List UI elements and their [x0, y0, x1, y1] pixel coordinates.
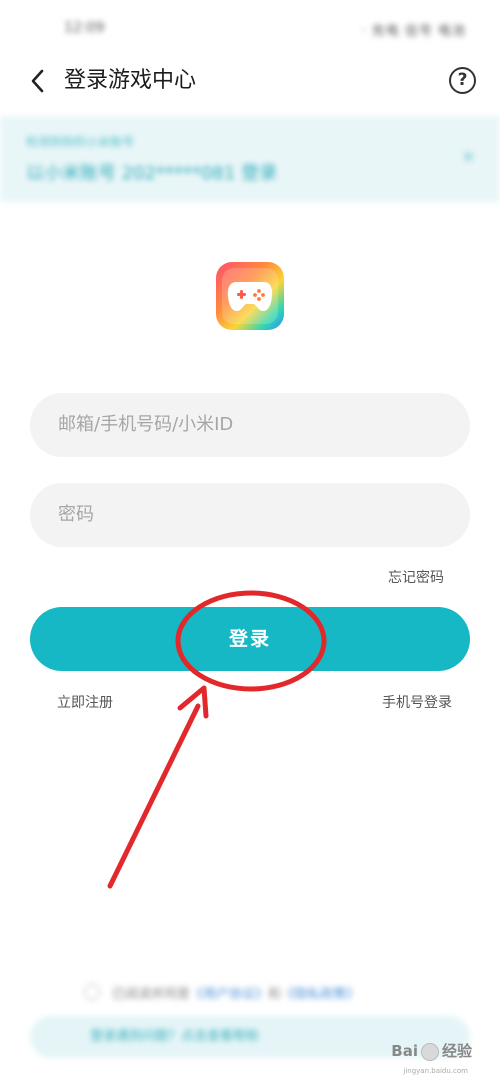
agreement-text: 已阅读并同意《用户协议》和《隐私政策》: [112, 987, 360, 1002]
annotation-arrow-head: [177, 685, 209, 719]
forgot-password-link[interactable]: 忘记密码: [388, 567, 444, 587]
account-input[interactable]: 邮箱/手机号码/小米ID: [30, 393, 470, 457]
watermark-url: jingyan.baidu.com: [403, 1067, 468, 1075]
account-banner[interactable]: 检测到你的小米账号 以小米账号 202*****081 登录 ×: [0, 116, 500, 202]
header: 登录游戏中心 ?: [0, 56, 500, 108]
baidu-watermark: Bai 经验 jingyan.baidu.com: [391, 1040, 472, 1075]
password-input[interactable]: 密码: [30, 483, 470, 547]
banner-subtitle: 检测到你的小米账号: [26, 135, 135, 149]
watermark-left: Bai: [391, 1042, 418, 1060]
privacy-policy-link[interactable]: 《隐私政策》: [281, 987, 359, 1002]
annotation-arrow-shaft: [107, 703, 201, 889]
watermark-right: 经验: [441, 1042, 472, 1060]
register-link[interactable]: 立即注册: [57, 692, 113, 712]
agreement-row[interactable]: 已阅读并同意《用户协议》和《隐私政策》: [84, 982, 414, 1004]
close-icon[interactable]: ×: [461, 146, 476, 167]
login-button[interactable]: 登录: [30, 607, 470, 671]
user-agreement-link[interactable]: 《用户协议》: [190, 987, 268, 1002]
back-icon[interactable]: [26, 66, 52, 96]
page-title: 登录游戏中心: [64, 68, 197, 93]
status-time: 12:09: [64, 20, 105, 36]
game-center-logo: [216, 262, 284, 330]
baidu-paw-icon: [420, 1042, 439, 1061]
help-icon[interactable]: ?: [449, 67, 476, 94]
banner-text: 以小米账号 202*****081 登录: [26, 163, 278, 184]
phone-login-link[interactable]: 手机号登录: [382, 692, 452, 712]
agreement-checkbox[interactable]: [84, 984, 100, 1000]
gamepad-icon: [227, 282, 273, 311]
status-bar: 12:09 · 充电 信号 电池: [0, 0, 500, 60]
status-icons: · 充电 信号 电池: [361, 24, 466, 39]
